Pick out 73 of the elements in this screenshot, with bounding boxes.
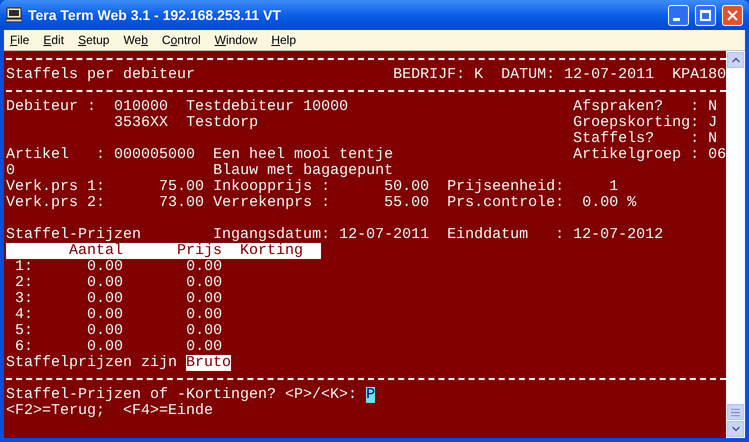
terminal-text: Verk.prs 2: [6, 195, 106, 211]
terminal-text: Staffels per debiteur [6, 67, 196, 83]
terminal-text: 0.00 [186, 339, 222, 355]
column-header: Aantal Prijs Korting [6, 243, 322, 259]
terminal-text: 0.00 [87, 307, 124, 323]
scroll-down-button[interactable] [727, 421, 744, 437]
terminal-text: 3536XX [114, 115, 168, 131]
terminal-text: Prs.controle: [447, 195, 564, 211]
terminal-text: 6: [15, 339, 34, 355]
menu-item[interactable]: Edit [43, 31, 64, 49]
terminal-text: 0 [6, 163, 16, 179]
terminal-text: 0.00 [87, 323, 124, 339]
terminal-text: Blauw met bagagepunt [213, 163, 394, 179]
terminal-text: Groepskorting: J [573, 115, 718, 131]
terminal-text: Artikel : 000005000 [6, 147, 196, 163]
highlighted-text: Bruto [186, 355, 232, 371]
terminal-text: 0.00 [186, 307, 222, 323]
terminal-text: Staffel-Prijzen [6, 227, 142, 243]
close-icon [727, 10, 738, 20]
terminal-text: 0.00 [186, 291, 222, 307]
terminal-text: 75.00 [159, 179, 204, 195]
menu-item[interactable]: Control [162, 31, 201, 49]
terminal-text: Staffelprijzen zijn [6, 355, 178, 371]
terminal-text: 0.00 [87, 339, 124, 355]
menu-item[interactable]: Web [123, 31, 148, 49]
scroll-thumb[interactable] [727, 404, 744, 420]
terminal-text: Ingangsdatum: 12-07-2011 [213, 227, 430, 243]
terminal-text: 50.00 [384, 179, 430, 195]
terminal-text: 5: [15, 323, 34, 339]
cursor-input[interactable]: P [366, 387, 376, 403]
terminal-text: Artikelgroep : 06 [573, 147, 726, 163]
grip-icon [730, 406, 741, 418]
terminal-text: Een heel mooi tentje [213, 147, 394, 163]
terminal-text: Testdebiteur 10000 [186, 99, 348, 115]
terminal-text: KPA180 [672, 67, 726, 83]
terminal-text: 0.00 [186, 323, 222, 339]
terminal-text: 55.00 [384, 195, 430, 211]
terminal-text: 2: [15, 275, 34, 291]
terminal-text: Staffel-Prijzen of -Kortingen? <P>/<K>: [6, 387, 358, 403]
scrollbar[interactable] [726, 51, 745, 438]
terminal-text: 0.00 [87, 291, 124, 307]
menu-item[interactable]: Setup [78, 31, 110, 49]
terminal-text: Staffels? : N [573, 131, 718, 147]
terminal-text: 0.00 % [582, 195, 636, 211]
terminal-text: Verrekenprs : [213, 195, 330, 211]
terminal-text: 0.00 [87, 259, 124, 275]
menu-item[interactable]: Help [271, 31, 296, 49]
terminal-text: 0.00 [186, 259, 222, 275]
terminal-icon [6, 7, 22, 23]
terminal-text: Verk.prs 1: [6, 179, 106, 195]
terminal-text: 3: [15, 291, 34, 307]
terminal-text: 1 [609, 179, 618, 195]
terminal-text: DATUM: 12-07-2011 [501, 67, 654, 83]
terminal-text: Prijseenheid: [447, 179, 564, 195]
terminal-text: 0.00 [186, 275, 222, 291]
close-button[interactable] [722, 4, 743, 26]
window-title: Tera Term Web 3.1 - 192.168.253.11 VT [28, 6, 282, 24]
terminal-text: BEDRIJF: K [393, 67, 484, 83]
scroll-up-button[interactable] [727, 52, 744, 68]
terminal-text: 0.00 [87, 275, 124, 291]
minimize-button[interactable] [668, 4, 689, 26]
terminal-text: 4: [15, 307, 34, 323]
maximize-button[interactable] [695, 4, 716, 26]
menu-item[interactable]: Window [214, 31, 258, 49]
terminal-text: 1: [15, 259, 34, 275]
terminal-text: Afspraken? : N [573, 99, 718, 115]
terminal-text: Testdorp [186, 115, 258, 131]
terminal-text: 73.00 [159, 195, 204, 211]
menu-item[interactable]: File [10, 31, 30, 49]
terminal-text: Einddatum : 12-07-2012 [447, 227, 664, 243]
terminal-text: Inkoopprijs : [213, 179, 330, 195]
terminal-text: Debiteur : 010000 [6, 99, 168, 115]
terminal-text: <F2>=Terug; <F4>=Einde [6, 403, 214, 419]
